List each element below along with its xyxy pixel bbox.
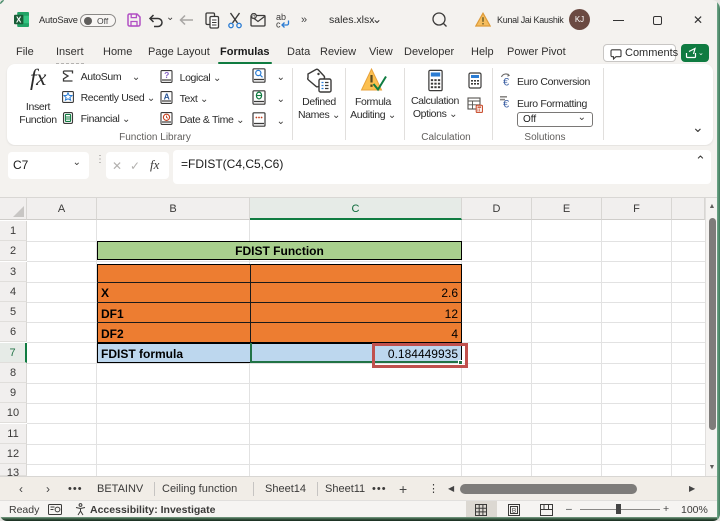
svg-text:c: c bbox=[276, 20, 281, 30]
svg-text:B: B bbox=[512, 507, 516, 514]
svg-text:A: A bbox=[164, 91, 170, 101]
svg-text:X: X bbox=[16, 15, 22, 24]
svg-text:@: @ bbox=[251, 14, 256, 20]
svg-text:€: € bbox=[503, 77, 509, 88]
svg-text:?: ? bbox=[164, 70, 169, 80]
